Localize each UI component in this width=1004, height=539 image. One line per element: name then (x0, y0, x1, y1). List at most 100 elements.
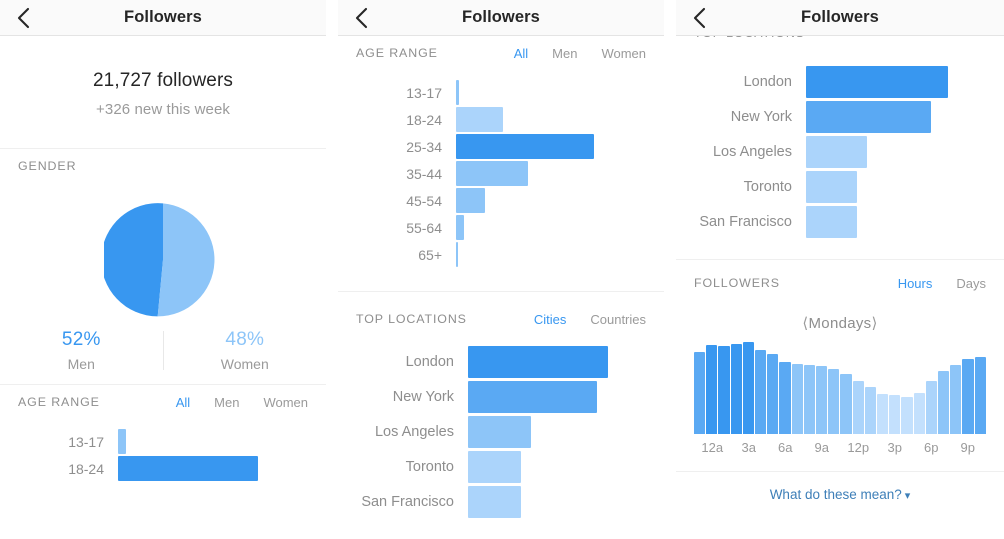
day-selector-label: Mondays (808, 315, 872, 332)
activity-tab-hours[interactable]: Hours (898, 276, 933, 291)
hour-bar (742, 342, 755, 434)
loc-tab-countries[interactable]: Countries (590, 312, 646, 327)
age-range-bar-chart: 13-17 18-24 (0, 419, 326, 487)
bar-row: San Francisco (338, 486, 664, 518)
panel-gap (326, 0, 338, 539)
age-tab-women[interactable]: Women (601, 46, 646, 61)
age-range-section-title: AGE RANGE (356, 46, 438, 60)
hour-axis-label: 12p (847, 440, 870, 455)
bar-track (456, 134, 664, 159)
bar-label: 18-24 (406, 111, 442, 128)
navbar: Followers (0, 0, 326, 36)
page-title: Followers (462, 8, 540, 26)
chevron-right-icon[interactable]: ⟩ (871, 315, 877, 332)
followers-panel-overview: Followers 21,727 followers +326 new this… (0, 0, 326, 539)
hour-bar (901, 396, 913, 434)
followers-panel-activity: Followers TOP LOCATIONS London New York Lo… (676, 0, 1004, 539)
bar-row: 35-44 (338, 161, 664, 186)
hour-bar (718, 345, 730, 434)
gender-section-title: GENDER (18, 159, 77, 173)
bar-track (806, 101, 1004, 133)
top-locations-section-title: TOP LOCATIONS (356, 312, 467, 326)
bar-label: 35-44 (406, 165, 442, 182)
gender-legend: 52% Men 48% Women (0, 325, 326, 384)
followers-activity-section-title: FOLLOWERS (694, 276, 780, 290)
age-tab-men[interactable]: Men (214, 395, 239, 410)
bar-row: 25-34 (338, 134, 664, 159)
navbar: Followers (338, 0, 664, 36)
bar-row: Los Angeles (338, 416, 664, 448)
bar-label: London (743, 74, 792, 90)
footer-hint: What do these mean? ▾ (676, 472, 1004, 504)
bar-fill (118, 429, 127, 454)
top-locations-bar-chart: London New York Los Angeles Toronto San Fran… (338, 336, 664, 525)
hour-bar (864, 387, 877, 434)
bar-fill (806, 66, 948, 98)
navbar: Followers (676, 0, 1004, 36)
hour-bar (755, 349, 767, 434)
age-tab-men[interactable]: Men (552, 46, 577, 61)
hour-bar (828, 368, 840, 434)
followers-activity-section-header: FOLLOWERS Hours Days (676, 266, 1004, 300)
bar-row: Los Angeles (676, 136, 1004, 168)
activity-tab-days[interactable]: Days (956, 276, 986, 291)
top-locations-section-title: TOP LOCATIONS (694, 36, 805, 40)
bar-track (468, 381, 664, 413)
age-tab-all[interactable]: All (514, 46, 528, 61)
back-button[interactable] (676, 7, 722, 29)
bar-row: 13-17 (0, 429, 326, 454)
hour-bar (974, 357, 986, 434)
men-percent: 52% (61, 329, 101, 350)
age-tab-women[interactable]: Women (263, 395, 308, 410)
what-do-these-mean-link[interactable]: What do these mean? ▾ (770, 487, 911, 502)
hour-bar (706, 344, 718, 434)
bar-fill (806, 136, 868, 168)
hour-bar (889, 394, 901, 434)
bar-row: London (338, 346, 664, 378)
section-divider (338, 291, 664, 292)
bar-row: 55-64 (338, 215, 664, 240)
page-title: Followers (124, 8, 202, 26)
bar-label: 55-64 (406, 219, 442, 236)
bar-fill (456, 134, 594, 159)
hour-bar (779, 362, 791, 434)
chevron-down-icon: ▾ (904, 490, 911, 502)
women-percent: 48% (225, 329, 265, 350)
hour-axis-label: 9a (814, 440, 829, 455)
bar-row: Toronto (676, 171, 1004, 203)
hour-axis-label: 3p (887, 440, 902, 455)
bar-track (806, 171, 1004, 203)
back-button[interactable] (338, 7, 384, 29)
followers-summary: 21,727 followers +326 new this week (0, 36, 326, 148)
day-selector[interactable]: ⟨Mondays⟩ (676, 300, 1004, 342)
bar-label: 13-17 (68, 433, 104, 450)
hour-axis-label: 3a (741, 440, 756, 455)
followers-activity-tabs: Hours Days (898, 276, 986, 291)
age-tab-all[interactable]: All (176, 395, 190, 410)
screenshot-stage: Followers 21,727 followers +326 new this… (0, 0, 1004, 539)
bar-label: Toronto (405, 459, 454, 475)
bar-fill (456, 215, 465, 240)
bar-row: 13-17 (338, 80, 664, 105)
bar-label: Los Angeles (712, 144, 792, 160)
men-label: Men (67, 356, 95, 372)
bar-fill (468, 346, 608, 378)
women-label: Women (220, 356, 269, 372)
back-button[interactable] (0, 7, 46, 29)
hourly-activity-axis: 12a 3a 6a 9a 12p 3p 6p 9p (676, 434, 1004, 455)
bar-label: 65+ (418, 246, 442, 263)
hour-bar (913, 392, 925, 434)
top-locations-section-header-clipped: TOP LOCATIONS (676, 36, 1004, 48)
bar-label: New York (392, 389, 454, 405)
loc-tab-cities[interactable]: Cities (534, 312, 567, 327)
bar-label: London (405, 354, 454, 370)
age-range-tabs: All Men Women (514, 46, 646, 61)
bar-fill (806, 206, 858, 238)
hour-bar (852, 381, 864, 434)
bar-fill (468, 416, 531, 448)
chevron-left-icon (17, 7, 30, 29)
bar-track (118, 429, 326, 454)
bar-label: New York (730, 109, 792, 125)
bar-track (468, 416, 664, 448)
hour-bar (925, 381, 938, 434)
